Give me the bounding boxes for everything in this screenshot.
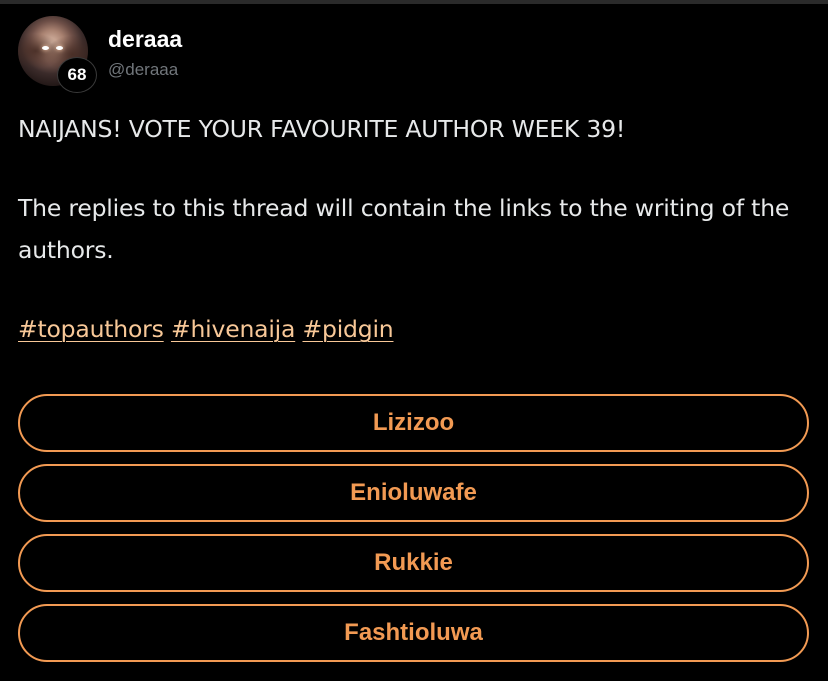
tag-pidgin[interactable]: #pidgin: [302, 315, 393, 343]
tag-hivenaija[interactable]: #hivenaija: [171, 315, 295, 343]
post-tags: #topauthors #hivenaija #pidgin: [18, 308, 808, 350]
poll: Lizizoo Enioluwafe Rukkie Fashtioluwa: [18, 394, 809, 674]
avatar-eye-right: [56, 46, 63, 50]
tag-topauthors[interactable]: #topauthors: [18, 315, 164, 343]
poll-option-rukkie[interactable]: Rukkie: [18, 534, 809, 592]
author-display-name[interactable]: deraaa: [108, 25, 182, 53]
post-header: 68 deraaa @deraaa: [18, 16, 808, 98]
avatar-eye-left: [42, 46, 49, 50]
poll-option-lizizoo[interactable]: Lizizoo: [18, 394, 809, 452]
post-body: NAIJANS! VOTE YOUR FAVOURITE AUTHOR WEEK…: [18, 108, 808, 350]
poll-option-enioluwafe[interactable]: Enioluwafe: [18, 464, 809, 522]
poll-option-fashtioluwa[interactable]: Fashtioluwa: [18, 604, 809, 662]
author-handle[interactable]: @deraaa: [108, 59, 178, 81]
post-description: The replies to this thread will contain …: [18, 194, 790, 264]
post-headline: NAIJANS! VOTE YOUR FAVOURITE AUTHOR WEEK…: [18, 115, 626, 143]
top-divider: [0, 0, 828, 4]
reputation-badge: 68: [57, 57, 97, 93]
